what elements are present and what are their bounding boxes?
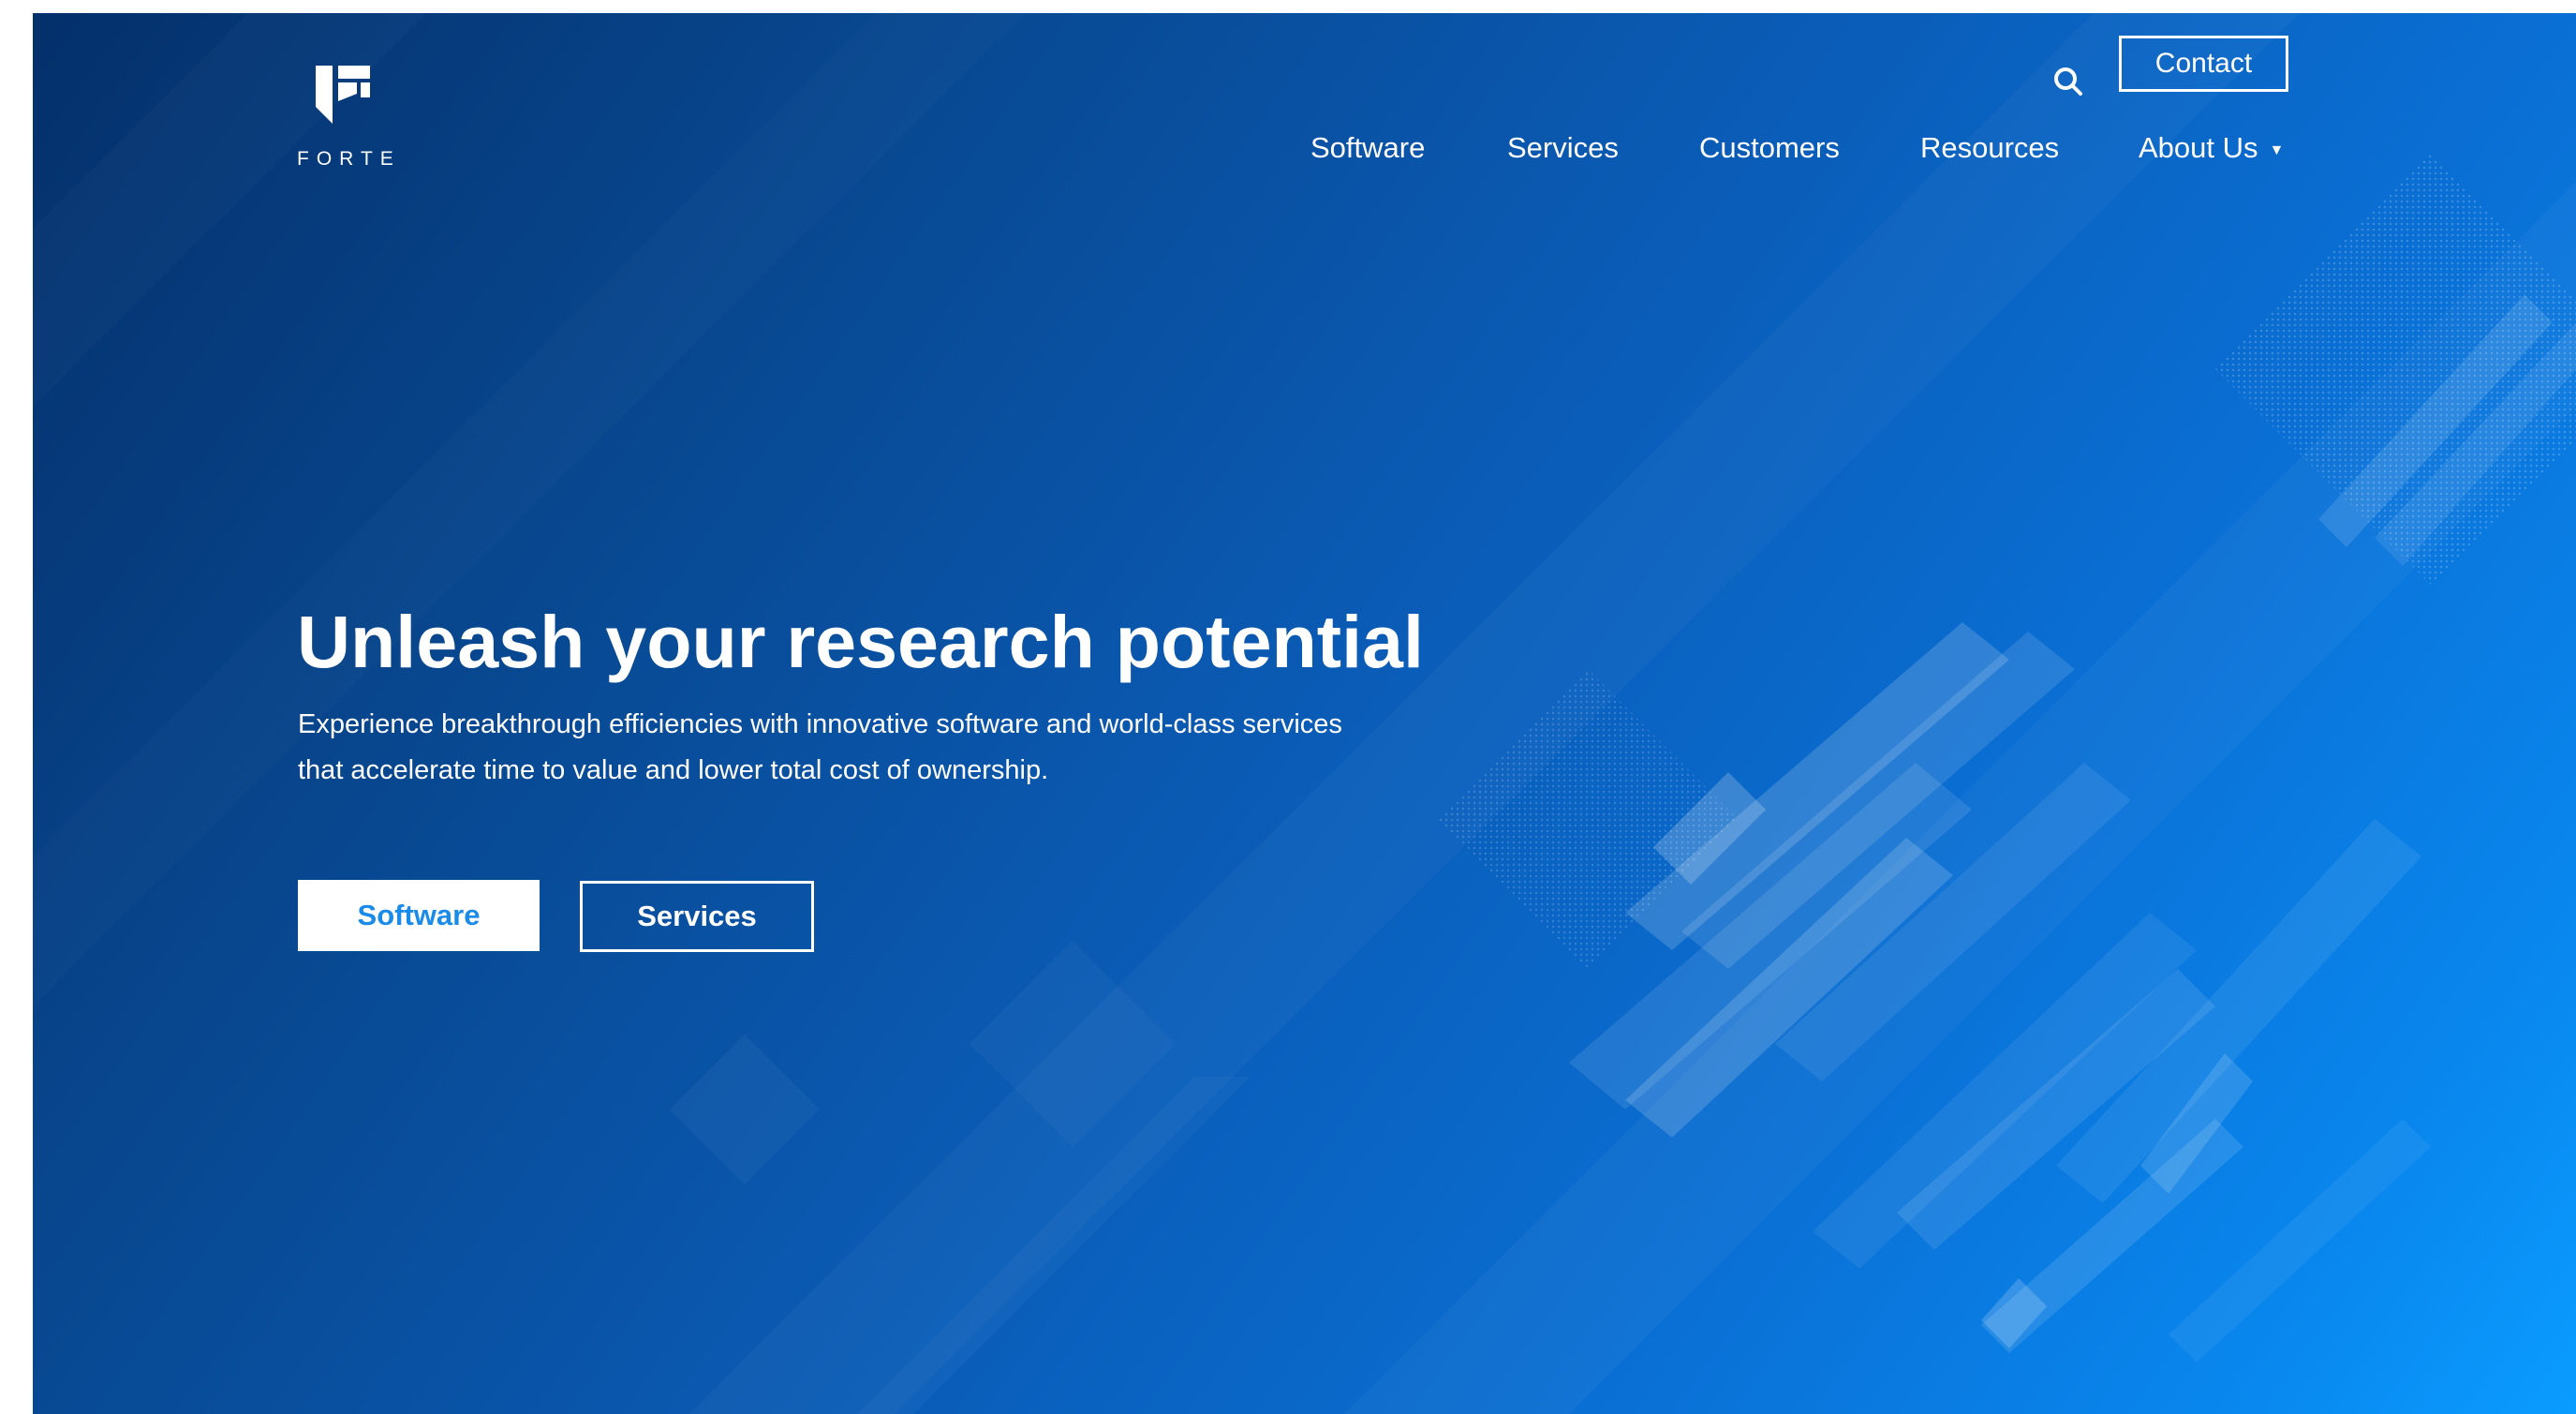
services-button[interactable]: Services [580, 881, 814, 952]
search-button[interactable] [2047, 60, 2094, 107]
forte-logo-icon [316, 66, 370, 124]
nav-item-resources[interactable]: Resources [1920, 131, 2059, 165]
main-nav: Software Services Customers Resources Ab… [33, 131, 2576, 178]
nav-item-customers[interactable]: Customers [1699, 131, 1840, 165]
software-button[interactable]: Software [298, 880, 540, 951]
nav-item-services[interactable]: Services [1507, 131, 1619, 165]
hero-subtitle-line-2: that accelerate time to value and lower … [298, 755, 1049, 785]
chevron-down-icon: ▼ [2269, 142, 2285, 158]
contact-button[interactable]: Contact [2119, 36, 2288, 92]
hero-title: Unleash your research potential [297, 600, 1424, 683]
search-icon [2054, 67, 2082, 96]
nav-item-software[interactable]: Software [1310, 131, 1425, 165]
nav-item-about-us-label: About Us [2139, 131, 2258, 164]
hero-subtitle-line-1: Experience breakthrough efficiencies wit… [298, 709, 1342, 739]
hero-section: FORTE Contact Software Services Customer… [33, 13, 2576, 1414]
nav-item-about-us[interactable]: About Us ▼ [2139, 131, 2284, 165]
